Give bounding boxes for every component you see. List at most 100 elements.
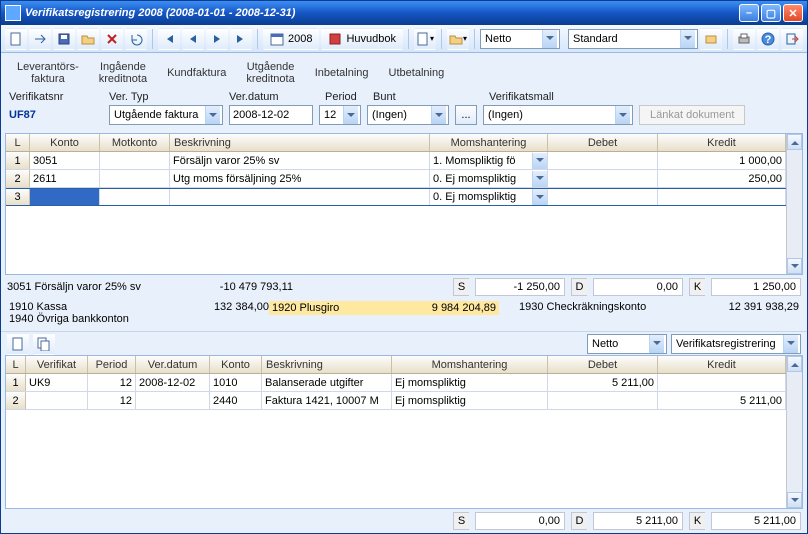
bunt-browse-button[interactable]: ... [455,105,477,125]
table-row[interactable]: 2 2611 Utg moms försäljning 25% 0. Ej mo… [6,170,786,188]
nav-first-icon[interactable] [158,28,180,50]
new-doc-icon[interactable] [5,28,27,50]
col2-period[interactable]: Period [88,356,136,373]
cell2-debet[interactable] [548,392,658,409]
maximize-button[interactable]: ▢ [761,4,781,22]
cell2-beskr[interactable]: Faktura 1421, 10007 M [262,392,392,409]
cell-moms[interactable]: 0. Ej momspliktig [430,170,548,187]
period-dropdown[interactable]: 12 [319,105,361,125]
bunt-dropdown[interactable]: (Ingen) [367,105,449,125]
cell-beskrivning[interactable]: Utg moms försäljning 25% [170,170,430,187]
cell2-moms[interactable]: Ej momspliktig [392,392,548,409]
nav-next-icon[interactable] [206,28,228,50]
cell-konto[interactable]: 3051 [30,152,100,169]
col-motkonto[interactable]: Motkonto [100,134,170,151]
table-row[interactable]: 1 3051 Försäljn varor 25% sv 1. Momsplik… [6,152,786,170]
table-row[interactable]: 1 UK9 12 2008-12-02 1010 Balanserade utg… [6,374,786,392]
scroll-down-icon[interactable] [787,492,802,508]
scroll-up-icon[interactable] [787,356,802,372]
scroll-down-icon[interactable] [787,258,802,274]
print-icon[interactable] [733,28,755,50]
new-doc-dd-icon[interactable]: ▾ [414,28,436,50]
col-konto[interactable]: Konto [30,134,100,151]
col-l[interactable]: L [6,134,30,151]
col-kredit[interactable]: Kredit [658,134,786,151]
col-debet[interactable]: Debet [548,134,658,151]
cell-konto[interactable] [30,189,100,205]
verifikatsmall-dropdown[interactable]: (Ingen) [483,105,633,125]
minimize-button[interactable]: – [739,4,759,22]
col-beskrivning[interactable]: Beskrivning [170,134,430,151]
cell2-konto[interactable]: 2440 [210,392,262,409]
cell-moms[interactable]: 0. Ej momspliktig [430,189,548,205]
tab-leverantorsfaktura[interactable]: Leverantörs- faktura [17,61,79,85]
close-button[interactable]: ✕ [783,4,803,22]
mini-copy-icon[interactable] [33,333,55,355]
open-icon[interactable] [77,28,99,50]
folder-dd-icon[interactable]: ▾ [447,28,469,50]
toolbar-btn-settings[interactable] [700,28,722,50]
cell-motkonto[interactable] [100,170,170,187]
cell2-moms[interactable]: Ej momspliktig [392,374,548,391]
tab-ingaende-kreditnota[interactable]: Ingående kreditnota [99,61,147,85]
verdatum-input[interactable]: 2008-12-02 [229,105,313,125]
table-row[interactable]: 3 0. Ej momspliktig [6,188,786,206]
cell2-verdatum[interactable]: 2008-12-02 [136,374,210,391]
undo-icon[interactable] [125,28,147,50]
col2-momshantering[interactable]: Momshantering [392,356,548,373]
cell2-period[interactable]: 12 [88,392,136,409]
cell2-verif[interactable] [26,392,88,409]
cell2-konto[interactable]: 1010 [210,374,262,391]
cell2-debet[interactable]: 5 211,00 [548,374,658,391]
nav-prev-icon[interactable] [182,28,204,50]
mini-view-dropdown[interactable]: Verifikatsregistrering [671,334,801,354]
standard-dropdown[interactable]: Standard [568,29,698,49]
nav-last-icon[interactable] [230,28,252,50]
year-button[interactable]: 2008 [263,28,319,50]
cell2-verif[interactable]: UK9 [26,374,88,391]
exit-icon[interactable] [781,28,803,50]
grid2-scrollbar[interactable] [786,356,802,508]
cell-debet[interactable] [548,152,658,169]
cell2-beskr[interactable]: Balanserade utgifter [262,374,392,391]
scroll-up-icon[interactable] [787,134,802,150]
cell-moms[interactable]: 1. Momspliktig fö [430,152,548,169]
toolbar-btn-2[interactable] [29,28,51,50]
tab-utbetalning[interactable]: Utbetalning [389,67,445,79]
cell-motkonto[interactable] [100,152,170,169]
mini-new-icon[interactable] [7,333,29,355]
col2-beskrivning[interactable]: Beskrivning [262,356,392,373]
cell-motkonto[interactable] [100,189,170,205]
cell2-verdatum[interactable] [136,392,210,409]
table-row[interactable]: 2 12 2440 Faktura 1421, 10007 M Ej momsp… [6,392,786,410]
delete-icon[interactable] [101,28,123,50]
col-momshantering[interactable]: Momshantering [430,134,548,151]
cell-debet[interactable] [548,189,658,205]
col2-kredit[interactable]: Kredit [658,356,786,373]
cell2-kredit[interactable]: 5 211,00 [658,392,786,409]
grid1-scrollbar[interactable] [786,134,802,274]
col2-debet[interactable]: Debet [548,356,658,373]
cell-konto[interactable]: 2611 [30,170,100,187]
cell2-period[interactable]: 12 [88,374,136,391]
tab-kundfaktura[interactable]: Kundfaktura [167,67,226,79]
vertyp-dropdown[interactable]: Utgående faktura [109,105,223,125]
cell-debet[interactable] [548,170,658,187]
netto-dropdown[interactable]: Netto [480,29,560,49]
col2-l[interactable]: L [6,356,26,373]
col2-konto[interactable]: Konto [210,356,262,373]
tab-inbetalning[interactable]: Inbetalning [315,67,369,79]
cell-kredit[interactable]: 1 000,00 [658,152,786,169]
mini-netto-dropdown[interactable]: Netto [587,334,667,354]
cell-kredit[interactable]: 250,00 [658,170,786,187]
cell-beskrivning[interactable] [170,189,430,205]
col2-verdatum[interactable]: Ver.datum [136,356,210,373]
huvudbok-button[interactable]: Huvudbok [321,28,403,50]
col2-verifikat[interactable]: Verifikat [26,356,88,373]
cell-kredit[interactable] [658,189,786,205]
help-icon[interactable]: ? [757,28,779,50]
cell-beskrivning[interactable]: Försäljn varor 25% sv [170,152,430,169]
save-icon[interactable] [53,28,75,50]
tab-utgaende-kreditnota[interactable]: Utgående kreditnota [246,61,294,85]
cell2-kredit[interactable] [658,374,786,391]
